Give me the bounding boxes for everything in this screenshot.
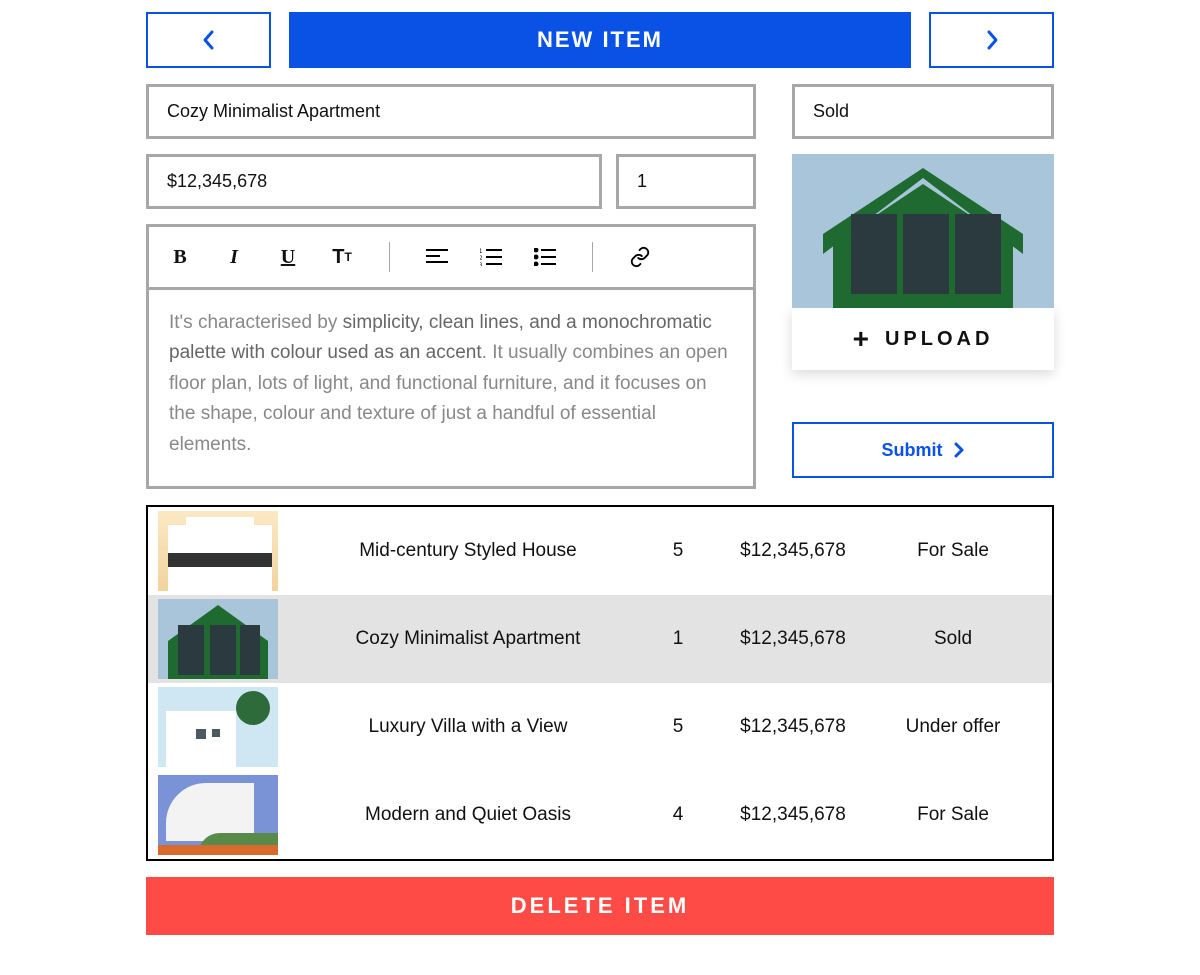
new-item-button[interactable]: NEW ITEM <box>289 12 911 68</box>
listing-price: $12,345,678 <box>708 540 878 562</box>
title-value: Cozy Minimalist Apartment <box>167 101 380 121</box>
plus-icon: + <box>853 325 873 353</box>
listing-thumbnail <box>158 511 278 591</box>
listing-price: $12,345,678 <box>708 804 878 826</box>
bullet-list-icon <box>534 248 556 266</box>
listing-status: For Sale <box>878 804 1028 826</box>
form-left: Cozy Minimalist Apartment $12,345,678 1 … <box>146 84 756 489</box>
underline-button[interactable]: U <box>275 244 301 270</box>
chevron-left-icon <box>201 29 217 51</box>
bold-button[interactable]: B <box>167 244 193 270</box>
image-preview <box>792 154 1054 308</box>
form-right: Sold + UPLOAD Sub <box>792 84 1054 489</box>
price-input[interactable]: $12,345,678 <box>146 154 602 209</box>
svg-text:2: 2 <box>480 256 483 262</box>
quantity-value: 1 <box>637 171 647 191</box>
listing-thumbnail <box>158 775 278 855</box>
status-select[interactable]: Sold <box>792 84 1054 139</box>
listing-name: Luxury Villa with a View <box>288 716 648 738</box>
listing-thumbnail <box>158 599 278 679</box>
chevron-right-icon <box>984 29 1000 51</box>
toolbar-divider <box>592 242 593 272</box>
listing-qty: 4 <box>648 804 708 826</box>
link-button[interactable] <box>627 244 653 270</box>
table-row[interactable]: Luxury Villa with a View 5 $12,345,678 U… <box>148 683 1052 771</box>
listing-qty: 5 <box>648 716 708 738</box>
svg-text:3: 3 <box>480 263 483 266</box>
rich-text-editor: B I U TT 123 <box>146 224 756 489</box>
submit-button[interactable]: Submit <box>792 422 1054 478</box>
align-left-button[interactable] <box>424 244 450 270</box>
listing-status: Under offer <box>878 716 1028 738</box>
listing-thumbnail <box>158 687 278 767</box>
listing-qty: 1 <box>648 628 708 650</box>
listing-status: For Sale <box>878 540 1028 562</box>
delete-item-button[interactable]: DELETE ITEM <box>146 877 1054 935</box>
ordered-list-button[interactable]: 123 <box>478 244 504 270</box>
upload-button[interactable]: + UPLOAD <box>792 308 1054 370</box>
status-value: Sold <box>813 101 849 121</box>
table-row[interactable]: Mid-century Styled House 5 $12,345,678 F… <box>148 507 1052 595</box>
italic-button[interactable]: I <box>221 244 247 270</box>
chevron-right-icon <box>953 442 965 458</box>
new-item-label: NEW ITEM <box>537 27 663 53</box>
title-input[interactable]: Cozy Minimalist Apartment <box>146 84 756 139</box>
editor-toolbar: B I U TT 123 <box>149 227 753 290</box>
listing-price: $12,345,678 <box>708 628 878 650</box>
submit-label: Submit <box>882 440 943 461</box>
top-bar: NEW ITEM <box>146 12 1054 68</box>
desc-prefix: It's characterised by <box>169 312 343 333</box>
toolbar-divider <box>389 242 390 272</box>
listing-name: Mid-century Styled House <box>288 540 648 562</box>
table-row[interactable]: Modern and Quiet Oasis 4 $12,345,678 For… <box>148 771 1052 859</box>
align-left-icon <box>426 248 448 266</box>
delete-label: DELETE ITEM <box>511 893 689 919</box>
svg-text:1: 1 <box>480 249 483 255</box>
listing-status: Sold <box>878 628 1028 650</box>
upload-label: UPLOAD <box>885 328 993 351</box>
listing-name: Cozy Minimalist Apartment <box>288 628 648 650</box>
description-textarea[interactable]: It's characterised by simplicity, clean … <box>149 290 753 486</box>
price-value: $12,345,678 <box>167 171 267 191</box>
listing-price: $12,345,678 <box>708 716 878 738</box>
link-icon <box>629 246 651 268</box>
text-size-button[interactable]: TT <box>329 244 355 270</box>
prev-button[interactable] <box>146 12 271 68</box>
listing-qty: 5 <box>648 540 708 562</box>
ordered-list-icon: 123 <box>480 248 502 266</box>
table-row[interactable]: Cozy Minimalist Apartment 1 $12,345,678 … <box>148 595 1052 683</box>
quantity-input[interactable]: 1 <box>616 154 756 209</box>
listing-table: Mid-century Styled House 5 $12,345,678 F… <box>146 505 1054 861</box>
listing-name: Modern and Quiet Oasis <box>288 804 648 826</box>
next-button[interactable] <box>929 12 1054 68</box>
bullet-list-button[interactable] <box>532 244 558 270</box>
